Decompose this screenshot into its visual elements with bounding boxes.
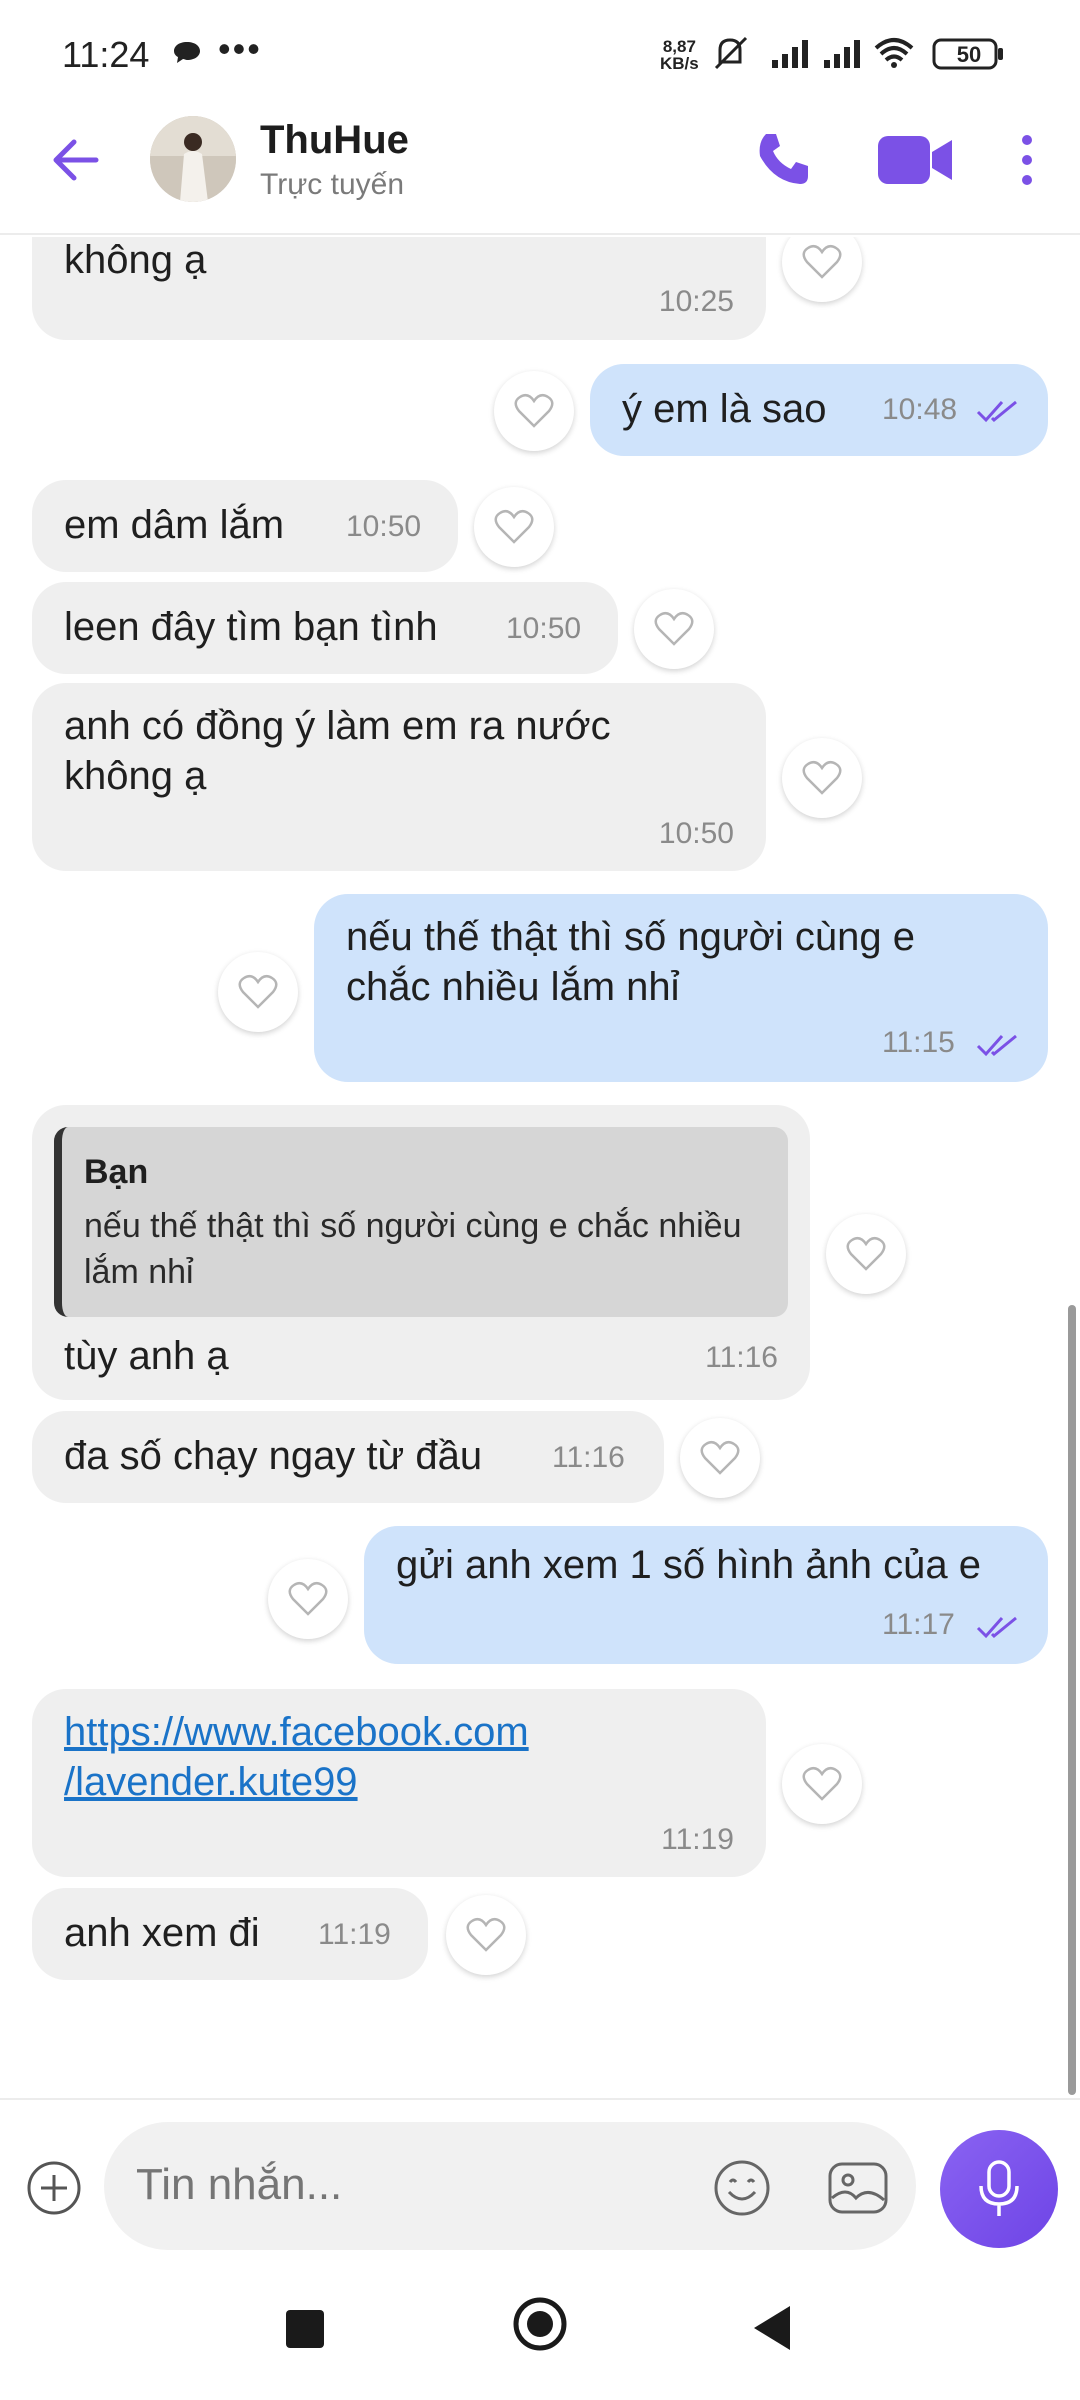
- message-incoming-reply[interactable]: Bạn nếu thế thật thì số người cùng e chắ…: [32, 1105, 810, 1400]
- message-time: 10:50: [506, 612, 582, 645]
- system-navigation-bar: [0, 2280, 1080, 2400]
- like-button[interactable]: [494, 371, 574, 451]
- like-button[interactable]: [218, 952, 298, 1032]
- message-input[interactable]: [136, 2160, 656, 2210]
- message-text: tùy anh ạ: [64, 1334, 229, 1378]
- message-incoming[interactable]: không ạ 10:25: [32, 237, 766, 340]
- message-incoming[interactable]: https://www.facebook.com /lavender.kute9…: [32, 1689, 766, 1877]
- like-button[interactable]: [268, 1559, 348, 1639]
- plus-icon[interactable]: [26, 2160, 82, 2216]
- signal-icon: [824, 40, 860, 68]
- message-text: anh có đồng ý làm em ra nước không ạ: [64, 704, 611, 798]
- battery-level: 50: [956, 42, 982, 67]
- message-text: leen đây tìm bạn tình: [64, 605, 438, 649]
- message-time: 10:50: [658, 817, 734, 850]
- heart-icon: [514, 393, 554, 428]
- message-incoming[interactable]: đa số chạy ngay từ đầu 11:16: [32, 1411, 664, 1503]
- like-button[interactable]: [782, 237, 862, 302]
- message-list[interactable]: không ạ 10:25 ý em là sao 10:48 em dâm l…: [0, 237, 1080, 2097]
- avatar[interactable]: [150, 116, 236, 202]
- heart-icon: [494, 509, 534, 544]
- quoted-author: Bạn: [84, 1153, 149, 1191]
- message-time: 10:50: [346, 510, 422, 543]
- heart-icon: [466, 1917, 506, 1952]
- read-receipt-icon: [976, 400, 1017, 423]
- message-time: 11:19: [661, 1823, 734, 1856]
- voice-message-button[interactable]: [940, 2130, 1058, 2248]
- microphone-icon: [979, 2160, 1019, 2216]
- message-outgoing[interactable]: gửi anh xem 1 số hình ảnh của e 11:17: [364, 1526, 1048, 1664]
- like-button[interactable]: [680, 1418, 760, 1498]
- message-time: 11:19: [318, 1918, 391, 1951]
- message-time: 10:48: [882, 393, 958, 426]
- message-incoming[interactable]: leen đây tìm bạn tình 10:50: [32, 582, 618, 674]
- home-button[interactable]: [512, 2296, 568, 2352]
- message-incoming[interactable]: anh xem đi 11:19: [32, 1888, 428, 1980]
- quoted-message[interactable]: Bạn nếu thế thật thì số người cùng e chắ…: [54, 1127, 788, 1317]
- contact-name[interactable]: ThuHue: [260, 118, 409, 163]
- chat-bubble-icon: [174, 42, 200, 63]
- message-time: 10:25: [658, 285, 734, 318]
- phone-icon[interactable]: [752, 128, 814, 190]
- message-text: nếu thế thật thì số người cùng e chắc nh…: [346, 915, 915, 1009]
- message-text: em dâm lắm: [64, 503, 285, 547]
- contact-status: Trực tuyến: [260, 168, 405, 201]
- message-text: gửi anh xem 1 số hình ảnh của e: [396, 1543, 981, 1587]
- like-button[interactable]: [474, 487, 554, 567]
- message-time: 11:17: [882, 1608, 955, 1641]
- message-text: không ạ: [64, 238, 207, 282]
- more-options-icon[interactable]: [1012, 130, 1042, 190]
- message-time: 11:16: [705, 1341, 778, 1374]
- read-receipt-icon: [976, 1034, 1017, 1057]
- heart-icon: [802, 760, 842, 795]
- heart-icon: [802, 244, 842, 279]
- message-outgoing[interactable]: ý em là sao 10:48: [590, 364, 1048, 456]
- message-text: ý em là sao: [622, 387, 827, 431]
- chat-header: ThuHue Trực tuyến: [0, 110, 1080, 235]
- video-call-icon[interactable]: [876, 132, 956, 188]
- message-field[interactable]: [104, 2122, 916, 2250]
- heart-icon: [802, 1766, 842, 1801]
- scrollbar[interactable]: [1068, 1305, 1076, 2095]
- composer-bar: [0, 2098, 1080, 2258]
- heart-icon: [654, 611, 694, 646]
- quoted-text: nếu thế thật thì số người cùng e chắc nh…: [84, 1207, 742, 1291]
- read-receipt-icon: [976, 1616, 1017, 1639]
- message-text: đa số chạy ngay từ đầu: [64, 1434, 483, 1478]
- message-link[interactable]: https://www.facebook.com /lavender.kute9…: [64, 1707, 529, 1807]
- back-triangle-icon[interactable]: [752, 2304, 792, 2352]
- message-text: anh xem đi: [64, 1911, 260, 1955]
- like-button[interactable]: [782, 1744, 862, 1824]
- like-button[interactable]: [446, 1895, 526, 1975]
- message-incoming[interactable]: em dâm lắm 10:50: [32, 480, 458, 572]
- heart-icon: [238, 974, 278, 1009]
- heart-icon: [846, 1236, 886, 1271]
- signal-icon: [772, 40, 808, 68]
- emoji-icon[interactable]: [712, 2158, 772, 2218]
- like-button[interactable]: [782, 738, 862, 818]
- mute-icon: [714, 36, 748, 70]
- recents-button[interactable]: [286, 2310, 324, 2348]
- status-time: 11:24: [62, 34, 150, 75]
- like-button[interactable]: [826, 1214, 906, 1294]
- like-button[interactable]: [634, 589, 714, 669]
- message-time: 11:15: [882, 1026, 955, 1059]
- back-arrow-icon[interactable]: [48, 132, 104, 188]
- network-speed: 8,87 KB/s: [660, 37, 699, 73]
- status-bar: 11:24 ••• 8,87 KB/s 50: [0, 0, 1080, 110]
- heart-icon: [700, 1440, 740, 1475]
- gallery-icon[interactable]: [826, 2158, 890, 2218]
- wifi-icon: [874, 38, 914, 68]
- message-outgoing[interactable]: nếu thế thật thì số người cùng e chắc nh…: [314, 894, 1048, 1082]
- heart-icon: [288, 1581, 328, 1616]
- message-time: 11:16: [552, 1441, 625, 1474]
- message-incoming[interactable]: anh có đồng ý làm em ra nước không ạ 10:…: [32, 683, 766, 871]
- more-notifications-indicator: •••: [218, 28, 262, 69]
